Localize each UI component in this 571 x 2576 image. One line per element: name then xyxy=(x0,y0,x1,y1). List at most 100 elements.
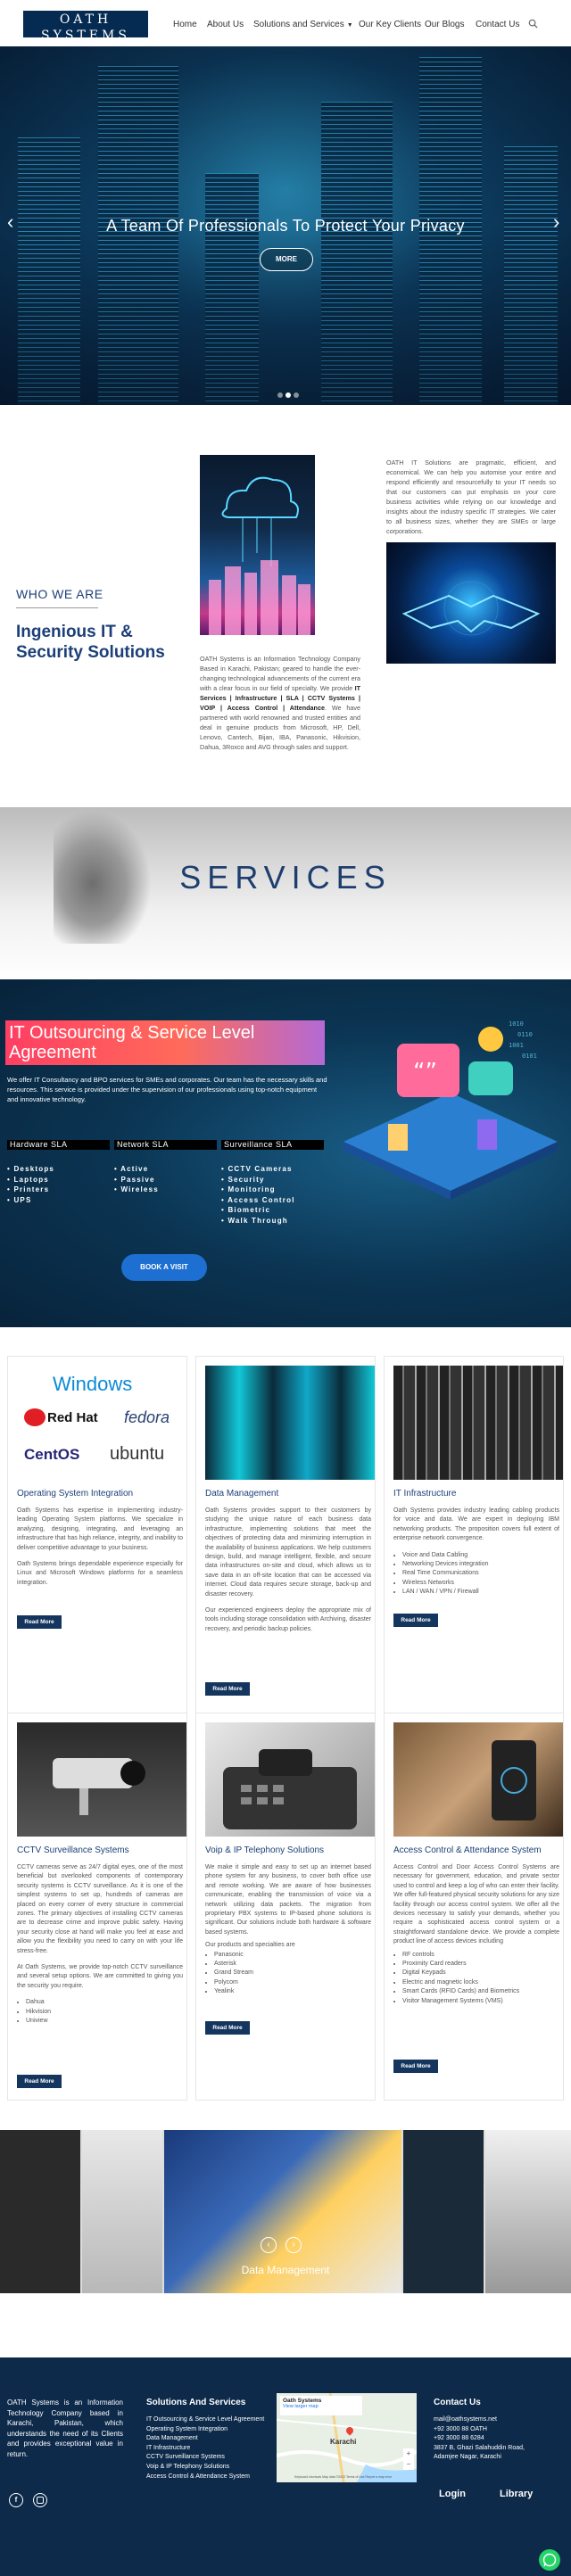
card-paragraph: CCTV cameras serve as 24/7 digital eyes,… xyxy=(17,1864,183,1954)
brand-logo[interactable]: OATH SYSTEMS AN AUTHENTIC SOURCE xyxy=(23,11,148,51)
card-body: We make it simple and easy to set up an … xyxy=(205,1863,371,1997)
contact-phone[interactable]: +92 3000 88 6284 xyxy=(434,2434,559,2444)
card-paragraph: Access Control and Door Access Control S… xyxy=(393,1864,559,1945)
sla-item: • Wireless xyxy=(114,1185,159,1193)
fedora-logo: fedora xyxy=(124,1408,170,1426)
ubuntu-logo: ubuntu xyxy=(110,1444,165,1464)
ip-phone-image xyxy=(205,1722,375,1837)
read-more-button[interactable]: Read More xyxy=(205,1682,250,1696)
server-room-image xyxy=(393,1366,563,1480)
read-more-button[interactable]: Read More xyxy=(17,1615,62,1629)
sla-heading-hardware: Hardware SLA xyxy=(7,1140,110,1150)
card-paragraph: Oath Systems provides support to their c… xyxy=(205,1507,371,1598)
cloud-city-image xyxy=(200,455,315,635)
services-title: SERVICES xyxy=(179,859,392,896)
service-card-cctv: CCTV Surveillance Systems CCTV cameras s… xyxy=(7,1713,187,2101)
card-bullet: Asterisk xyxy=(214,1960,371,1969)
card-bullet: Uniview xyxy=(26,2017,183,2026)
sla-item: • Active xyxy=(114,1165,149,1173)
nav-blogs[interactable]: Our Blogs xyxy=(425,20,464,29)
contact-email[interactable]: mail@oathsystems.net xyxy=(434,2415,559,2425)
card-body: Access Control and Door Access Control S… xyxy=(393,1863,559,2006)
who-body-part: OATH Systems is an Information Technolog… xyxy=(200,655,360,692)
map-larger-link[interactable]: View larger map xyxy=(283,2404,360,2409)
card-paragraph: At Oath Systems, we provide top-notch CC… xyxy=(17,1964,183,1989)
card-title: Operating System Integration xyxy=(17,1489,134,1499)
sla-item: • Printers xyxy=(7,1185,50,1193)
slider-dot[interactable] xyxy=(277,392,283,398)
footer-service-link[interactable]: Access Control & Attendance System xyxy=(146,2473,280,2482)
map-city-label: Karachi xyxy=(330,2438,357,2446)
slider-dot[interactable] xyxy=(294,392,299,398)
sla-list-surveillance: • CCTV Cameras • Security • Monitoring •… xyxy=(221,1164,295,1226)
collage-prev-icon[interactable]: ‹ xyxy=(261,2237,277,2253)
facebook-icon[interactable]: f xyxy=(9,2493,23,2507)
card-bullet: Real Time Communications xyxy=(402,1569,559,1578)
prev-arrow-icon[interactable]: ‹ xyxy=(7,211,13,234)
hero-title: A Team Of Professionals To Protect Your … xyxy=(106,217,465,235)
sla-list-network: • Active • Passive • Wireless xyxy=(114,1164,159,1195)
slider-dot-active[interactable] xyxy=(286,392,291,398)
card-body: Oath Systems has expertise in implementi… xyxy=(17,1507,183,1588)
footer-service-link[interactable]: Operating System Integration xyxy=(146,2425,280,2435)
outsourcing-title: IT Outsourcing & Service Level Agreement xyxy=(5,1020,325,1065)
service-card-data: Data Management Oath Systems provides su… xyxy=(195,1356,376,1726)
nav-about[interactable]: About Us xyxy=(207,20,244,29)
windows-logo: Windows xyxy=(53,1373,133,1395)
sla-item: • Access Control xyxy=(221,1195,295,1204)
os-logos-image: Windows Red Hat fedora CentOS ubuntu xyxy=(17,1366,186,1480)
footer-contact-list: mail@oathsystems.net +92 3000 88 OATH +9… xyxy=(434,2415,559,2463)
whatsapp-icon[interactable] xyxy=(539,2549,560,2571)
service-card-infra: IT Infrastructure Oath Systems provides … xyxy=(384,1356,564,1726)
footer-service-link[interactable]: IT Outsourcing & Service Level Agreement xyxy=(146,2415,280,2425)
contact-phone[interactable]: +92 3000 88 OATH xyxy=(434,2425,559,2435)
outsourcing-description: We offer IT Consultancy and BPO services… xyxy=(7,1076,327,1103)
sla-item: • Monitoring xyxy=(221,1185,276,1193)
nav-contact[interactable]: Contact Us xyxy=(476,20,519,29)
redhat-logo: Red Hat xyxy=(47,1410,98,1425)
nav-home[interactable]: Home xyxy=(173,20,197,29)
who-right-text: OATH IT Solutions are pragmatic, efficie… xyxy=(386,458,556,535)
collage-next-icon[interactable]: › xyxy=(286,2237,302,2253)
card-title: CCTV Surveillance Systems xyxy=(17,1845,129,1855)
datacenter-image xyxy=(205,1366,375,1480)
nav-solutions[interactable]: Solutions and Services ▼ xyxy=(253,20,353,29)
card-bullet: RF controls xyxy=(402,1951,559,1960)
centos-logo: CentOS xyxy=(24,1446,80,1463)
read-more-button[interactable]: Read More xyxy=(393,2060,438,2073)
library-link[interactable]: Library xyxy=(500,2489,533,2499)
card-bullet: Wireless Networks xyxy=(402,1579,559,1588)
footer-about: OATH Systems is an Information Technolog… xyxy=(7,2398,123,2458)
collage-caption: Data Management xyxy=(241,2264,330,2276)
brand-name: OATH SYSTEMS xyxy=(41,12,130,43)
footer-service-link[interactable]: IT Infrastructure xyxy=(146,2444,280,2454)
sla-item: • UPS xyxy=(7,1195,32,1204)
login-link[interactable]: Login xyxy=(439,2489,466,2499)
footer-service-link[interactable]: Data Management xyxy=(146,2434,280,2444)
map-zoom-controls[interactable]: + − xyxy=(403,2448,414,2470)
card-bullet: Proximity Card readers xyxy=(402,1960,559,1969)
card-bullet: Grand Stream xyxy=(214,1969,371,1977)
footer-services-heading: Solutions And Services xyxy=(146,2398,246,2407)
card-paragraph: Our experienced engineers deploy the app… xyxy=(205,1607,371,1632)
read-more-button[interactable]: Read More xyxy=(393,1614,438,1627)
instagram-icon[interactable] xyxy=(33,2493,47,2507)
card-body: CCTV cameras serve as 24/7 digital eyes,… xyxy=(17,1863,183,2027)
search-icon[interactable] xyxy=(528,17,538,33)
read-more-button[interactable]: Read More xyxy=(17,2075,62,2088)
footer-service-link[interactable]: CCTV Surveillance Systems xyxy=(146,2453,280,2463)
read-more-button[interactable]: Read More xyxy=(205,2021,250,2035)
footer-service-link[interactable]: Voip & IP Telephony Solutions xyxy=(146,2463,280,2473)
footer-map[interactable]: Oath Systems View larger map Karachi + − … xyxy=(277,2393,417,2482)
map-attribution: Keyboard shortcuts Map data ©2022 Terms … xyxy=(294,2475,393,2479)
next-arrow-icon[interactable]: › xyxy=(553,211,559,234)
zoom-in-icon[interactable]: + xyxy=(403,2448,414,2459)
contact-address: Adamjee Nagar, Karachi xyxy=(434,2454,501,2461)
zoom-out-icon[interactable]: − xyxy=(403,2459,414,2470)
book-visit-button[interactable]: BOOK A VISIT xyxy=(121,1254,207,1281)
card-bullet: Panasonic xyxy=(214,1951,371,1960)
sla-item: • Laptops xyxy=(7,1175,49,1184)
nav-clients[interactable]: Our Key Clients xyxy=(359,20,421,29)
hero-more-button[interactable]: MORE xyxy=(260,248,313,271)
card-bullet: Digital Keypads xyxy=(402,1969,559,1977)
